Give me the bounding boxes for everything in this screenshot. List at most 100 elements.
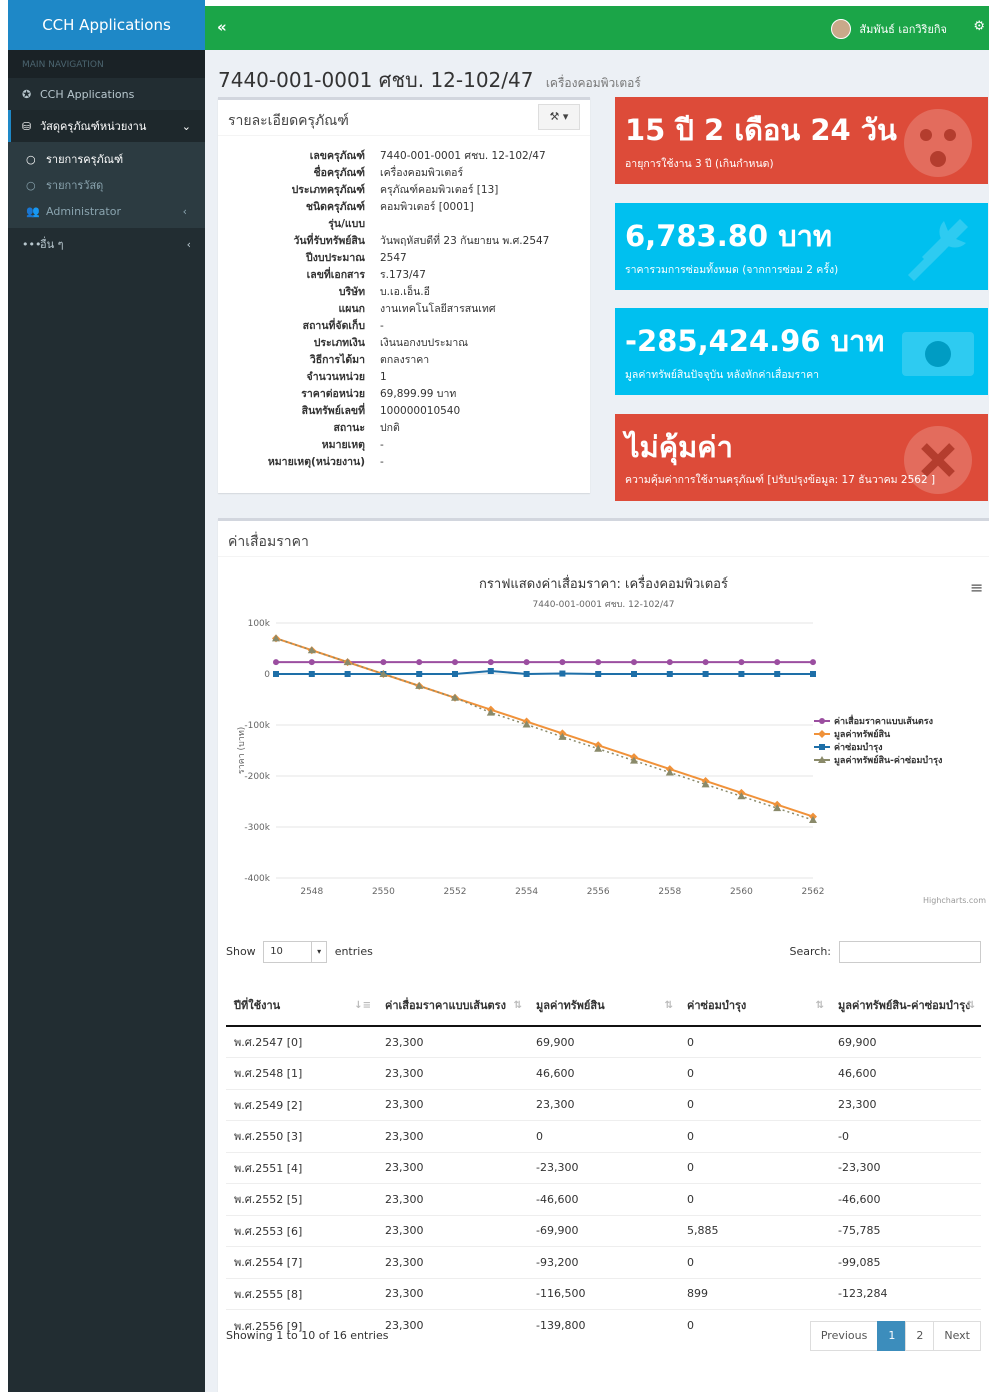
- money-icon: [900, 316, 976, 392]
- tools-dropdown-button[interactable]: ⚒ ▾: [538, 104, 580, 130]
- table-row: พ.ศ.2551 [4] 23,300 -23,300 0 -23,300: [226, 1151, 981, 1184]
- table-cell: 23,300: [528, 1088, 679, 1121]
- table-row: พ.ศ.2554 [7] 23,300 -93,200 0 -99,085: [226, 1246, 981, 1278]
- sidebar-item-others[interactable]: ••• อื่น ๆ ‹: [8, 228, 205, 260]
- table-cell: -46,600: [528, 1183, 679, 1215]
- detail-label: สถานที่จัดเก็บ: [302, 320, 365, 332]
- page-length-value: 10: [270, 946, 283, 957]
- legend-item[interactable]: มูลค่าทรัพย์สิน: [814, 728, 891, 740]
- x-tick-label: 2548: [300, 887, 323, 897]
- legend-marker: [818, 730, 826, 738]
- table-cell: 23,300: [377, 1183, 528, 1215]
- circle-icon: ○: [26, 152, 36, 166]
- table-cell: 23,300: [377, 1277, 528, 1310]
- data-point: [774, 659, 781, 666]
- x-tick-label: 2562: [802, 887, 825, 897]
- y-tick-label: -100k: [244, 721, 270, 731]
- column-header[interactable]: มูลค่าทรัพย์สิน ⇅: [528, 973, 679, 1027]
- data-point: [559, 659, 566, 666]
- sidebar-item-assets[interactable]: ⛁ วัสดุครุภัณฑ์หน่วยงาน ⌄: [8, 110, 205, 142]
- table-cell: 5,885: [679, 1214, 830, 1247]
- y-tick-label: -200k: [244, 772, 270, 782]
- sidebar-subitem-material-list[interactable]: ○ รายการวัสดุ: [8, 172, 205, 198]
- detail-value: คอมพิวเตอร์ [0001]: [380, 201, 474, 213]
- table-cell: 0: [679, 1057, 830, 1089]
- pagination-previous[interactable]: Previous: [809, 1321, 879, 1351]
- user-name: สัมพันธ์ เอกวิริยกิจ: [859, 23, 947, 36]
- detail-label: วิธีการได้มา: [309, 354, 365, 366]
- table-cell: 23,300: [377, 1025, 528, 1058]
- table-cell: -69,900: [528, 1214, 679, 1247]
- legend-item[interactable]: ค่าเสื่อมราคาแบบเส้นตรง: [814, 714, 933, 727]
- data-point: [344, 671, 351, 677]
- wrench-icon: [900, 211, 976, 287]
- page-length-select[interactable]: 10 ▾: [263, 941, 328, 963]
- data-point: [380, 659, 387, 666]
- sidebar-subitem-asset-list[interactable]: ○ รายการครุภัณฑ์: [8, 146, 205, 172]
- table-body: พ.ศ.2547 [0] 23,300 69,900 0 69,900 พ.ศ.2548 …: [226, 1025, 981, 1341]
- detail-row: ชนิดครุภัณฑ์ คอมพิวเตอร์ [0001]: [218, 199, 590, 216]
- nav-header: MAIN NAVIGATION: [8, 50, 205, 78]
- legend-item[interactable]: ค่าซ่อมบำรุง: [814, 742, 883, 753]
- detail-row: ประเภทเงิน เงินนอกงบประมาณ: [218, 335, 590, 352]
- page-subtitle: เครื่องคอมพิวเตอร์: [545, 76, 641, 90]
- detail-row: วันที่รับทรัพย์สิน วันพฤหัสบดีที่ 23 กันย…: [218, 233, 590, 250]
- chart-menu-icon[interactable]: ≡: [970, 578, 983, 597]
- detail-value: วันพฤหัสบดีที่ 23 กันยายน พ.ศ.2547: [380, 235, 550, 247]
- chart-svg: กราฟแสดงค่าเสื่อมราคา: เครื่องคอมพิวเตอร…: [237, 575, 986, 905]
- legend-label: ค่าซ่อมบำรุง: [834, 742, 883, 753]
- depreciation-chart: กราฟแสดงค่าเสื่อมราคา: เครื่องคอมพิวเตอร…: [218, 557, 989, 911]
- x-tick-label: 2560: [730, 887, 753, 897]
- detail-row: เลขที่เอกสาร ร.173/47: [218, 267, 590, 284]
- ellipsis-icon: •••: [22, 237, 42, 251]
- sad-face-icon: [900, 105, 976, 181]
- column-header[interactable]: ค่าเสื่อมราคาแบบเส้นตรง ⇅: [377, 973, 528, 1027]
- chart-subtitle: 7440-001-0001 ศชบ. 12-102/47: [533, 600, 675, 610]
- depreciation-table: ปีที่ใช้งาน ↓≡ ค่าเสื่อมราคาแบบเส้นตรง ⇅ มูล…: [226, 973, 981, 1341]
- search-input[interactable]: [839, 941, 981, 963]
- table-cell: 23,300: [377, 1214, 528, 1247]
- gears-icon[interactable]: ⚙: [973, 19, 985, 34]
- table-cell: -46,600: [830, 1183, 981, 1215]
- legend-label: มูลค่าทรัพย์สิน-ค่าซ่อมบำรุง: [834, 754, 942, 766]
- sidebar-item-administrator[interactable]: 👥 Administrator ‹: [8, 198, 205, 224]
- chevron-down-icon: ▾: [311, 942, 326, 962]
- table-row: พ.ศ.2553 [6] 23,300 -69,900 5,885 -75,785: [226, 1214, 981, 1247]
- sidebar-item-cch-applications[interactable]: ✪ CCH Applications: [8, 78, 205, 110]
- table-cell: พ.ศ.2551 [4]: [226, 1151, 377, 1184]
- pagination-page-1[interactable]: 1: [877, 1321, 907, 1351]
- column-header-label: มูลค่าทรัพย์สิน: [536, 999, 605, 1012]
- table-cell: 0: [679, 1120, 830, 1152]
- table-cell: 69,900: [830, 1025, 981, 1058]
- app-logo[interactable]: CCH Applications: [8, 0, 205, 50]
- column-header[interactable]: ปีที่ใช้งาน ↓≡: [226, 973, 377, 1027]
- y-axis-label: ราคา (บาท): [237, 727, 247, 775]
- detail-label: หมายเหตุ: [321, 439, 365, 451]
- depreciation-box-title: ค่าเสื่อมราคา: [228, 534, 309, 550]
- column-header[interactable]: มูลค่าทรัพย์สิน-ค่าซ่อมบำรุง ⇅: [830, 973, 981, 1027]
- android-icon: ✪: [22, 87, 32, 101]
- stat-box: -285,424.96 บาท มูลค่าทรัพย์สินปัจจุบัน ห…: [615, 308, 988, 395]
- x-tick-label: 2550: [372, 887, 395, 897]
- user-menu[interactable]: สัมพันธ์ เอกวิริยกิจ: [831, 19, 947, 39]
- chart-credit[interactable]: Highcharts.com: [923, 896, 986, 905]
- sidebar-toggle-icon[interactable]: «: [217, 18, 227, 36]
- column-header[interactable]: ค่าซ่อมบำรุง ⇅: [679, 973, 830, 1027]
- table-info: Showing 1 to 10 of 16 entries: [226, 1329, 389, 1342]
- detail-row: วิธีการได้มา ตกลงราคา: [218, 352, 590, 369]
- detail-row: ประเภทครุภัณฑ์ ครุภัณฑ์คอมพิวเตอร์ [13]: [218, 182, 590, 199]
- table-cell: 23,300: [377, 1088, 528, 1121]
- avatar: [831, 19, 852, 39]
- detail-row: ปีงบประมาณ 2547: [218, 250, 590, 267]
- table-cell: -93,200: [528, 1246, 679, 1278]
- detail-row: จำนวนหน่วย 1: [218, 369, 590, 386]
- table-cell: -116,500: [528, 1277, 679, 1310]
- pagination-page-2[interactable]: 2: [905, 1321, 935, 1351]
- table-cell: 0: [679, 1151, 830, 1184]
- legend-item[interactable]: มูลค่าทรัพย์สิน-ค่าซ่อมบำรุง: [814, 754, 942, 766]
- details-box: รายละเอียดครุภัณฑ์ ⚒ ▾ เลขครุภัณฑ์ 7440-0…: [218, 97, 590, 493]
- pagination-next[interactable]: Next: [933, 1321, 981, 1351]
- table-cell: พ.ศ.2548 [1]: [226, 1057, 377, 1089]
- data-point: [308, 659, 315, 666]
- data-point: [738, 671, 745, 677]
